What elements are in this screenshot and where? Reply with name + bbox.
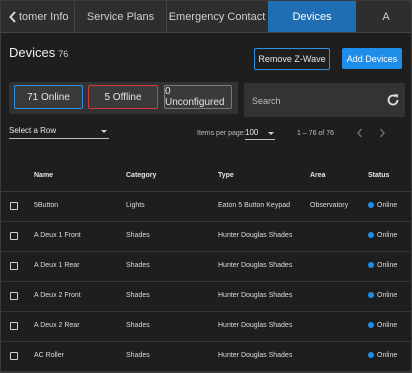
page-title: Devices 76 [9,45,68,60]
cell-area: Observatory [310,202,349,209]
chevron-left-icon [357,128,363,138]
table-row[interactable]: AC Roller Shades Hunter Douglas Shades Onli… [1,342,411,372]
row-checkbox[interactable] [10,292,18,300]
chevron-down-icon [101,130,107,133]
cell-category: Shades [126,322,150,329]
search-input[interactable] [250,91,384,111]
cell-category: Shades [126,232,150,239]
row-checkbox[interactable] [10,202,18,210]
filter-offline-button[interactable]: 5 Offline [88,85,158,109]
tab-bar: tomer Info Service Plans Emergency Conta… [1,1,411,33]
previous-page-button[interactable] [354,127,366,141]
tab-devices[interactable]: Devices [268,1,356,32]
chevron-left-icon[interactable] [1,1,25,32]
items-per-page-value: 100 [245,128,259,137]
cell-category: Shades [126,292,150,299]
status-text: Online [377,202,398,209]
devices-table: Name Category Type Area Status 5Button Li… [1,161,411,372]
row-checkbox[interactable] [10,262,18,270]
cell-type: Hunter Douglas Shades [218,352,293,359]
table-row[interactable]: A Deux 2 Rear Shades Hunter Douglas Shades… [1,312,411,342]
cell-type: Hunter Douglas Shades [218,232,293,239]
cell-name: A Deux 2 Front [34,292,81,299]
page-title-text: Devices [9,45,56,60]
status-dot [368,322,374,328]
cell-category: Lights [126,202,145,209]
next-page-button[interactable] [376,127,388,141]
tab-customer-info[interactable]: tomer Info [19,1,73,32]
row-checkbox[interactable] [10,352,18,360]
cell-status: Online [368,232,397,239]
cell-status: Online [368,352,397,359]
device-count: 76 [58,49,69,59]
cell-type: Hunter Douglas Shades [218,262,293,269]
refresh-icon[interactable] [386,93,400,107]
status-dot [368,202,374,208]
add-devices-button[interactable]: Add Devices [342,48,402,69]
status-text: Online [377,292,398,299]
status-text: Online [377,262,398,269]
app-window: tomer Info Service Plans Emergency Conta… [0,0,412,373]
column-header-name[interactable]: Name [34,172,53,179]
status-text: Online [377,322,398,329]
status-dot [368,292,374,298]
status-dot [368,262,374,268]
cell-type: Hunter Douglas Shades [218,322,293,329]
remove-zwave-button[interactable]: Remove Z-Wave [254,48,330,70]
pagination-range: 1 – 76 of 76 [297,130,334,137]
chevron-down-icon [268,132,274,135]
status-filter-group: 71 Online 5 Offline 0 Unconfigured [9,82,238,114]
search-box [244,83,405,117]
cell-name: A Deux 1 Front [34,232,81,239]
row-checkbox[interactable] [10,322,18,330]
select-row-label: Select a Row [9,126,57,135]
filter-online-button[interactable]: 71 Online [14,85,83,109]
table-row[interactable]: A Deux 1 Front Shades Hunter Douglas Shade… [1,222,411,252]
status-dot [368,232,374,238]
cell-category: Shades [126,352,150,359]
column-header-area[interactable]: Area [310,172,326,179]
cell-type: Eaton 5 Button Keypad [218,202,290,209]
column-header-category[interactable]: Category [126,172,156,179]
table-body: 5Button Lights Eaton 5 Button Keypad Observ… [1,192,411,372]
cell-type: Hunter Douglas Shades [218,292,293,299]
cell-status: Online [368,292,397,299]
status-text: Online [377,232,398,239]
filter-unconfigured-button[interactable]: 0 Unconfigured [164,85,232,109]
cell-name: 5Button [34,202,59,209]
chevron-right-icon[interactable] [397,1,411,32]
tab-service-plans[interactable]: Service Plans [75,1,166,32]
items-per-page-select[interactable]: 100 [245,127,275,140]
cell-name: A Deux 1 Rear [34,262,80,269]
cell-status: Online [368,202,397,209]
table-row[interactable]: A Deux 2 Front Shades Hunter Douglas Shade… [1,282,411,312]
select-row-dropdown[interactable]: Select a Row [9,125,109,139]
cell-status: Online [368,262,397,269]
column-header-status[interactable]: Status [368,172,389,179]
table-row[interactable]: A Deux 1 Rear Shades Hunter Douglas Shades… [1,252,411,282]
items-per-page-label: Items per page: [197,130,246,137]
cell-name: A Deux 2 Rear [34,322,80,329]
chevron-right-icon [379,128,385,138]
status-dot [368,352,374,358]
table-row[interactable]: 5Button Lights Eaton 5 Button Keypad Observ… [1,192,411,222]
tab-emergency-contact[interactable]: Emergency Contact [167,1,267,32]
row-checkbox[interactable] [10,232,18,240]
table-header: Name Category Type Area Status [1,161,411,192]
column-header-type[interactable]: Type [218,172,234,179]
cell-name: AC Roller [34,352,64,359]
cell-category: Shades [126,262,150,269]
status-text: Online [377,352,398,359]
tab-next-partial[interactable]: A [375,1,397,32]
cell-status: Online [368,322,397,329]
